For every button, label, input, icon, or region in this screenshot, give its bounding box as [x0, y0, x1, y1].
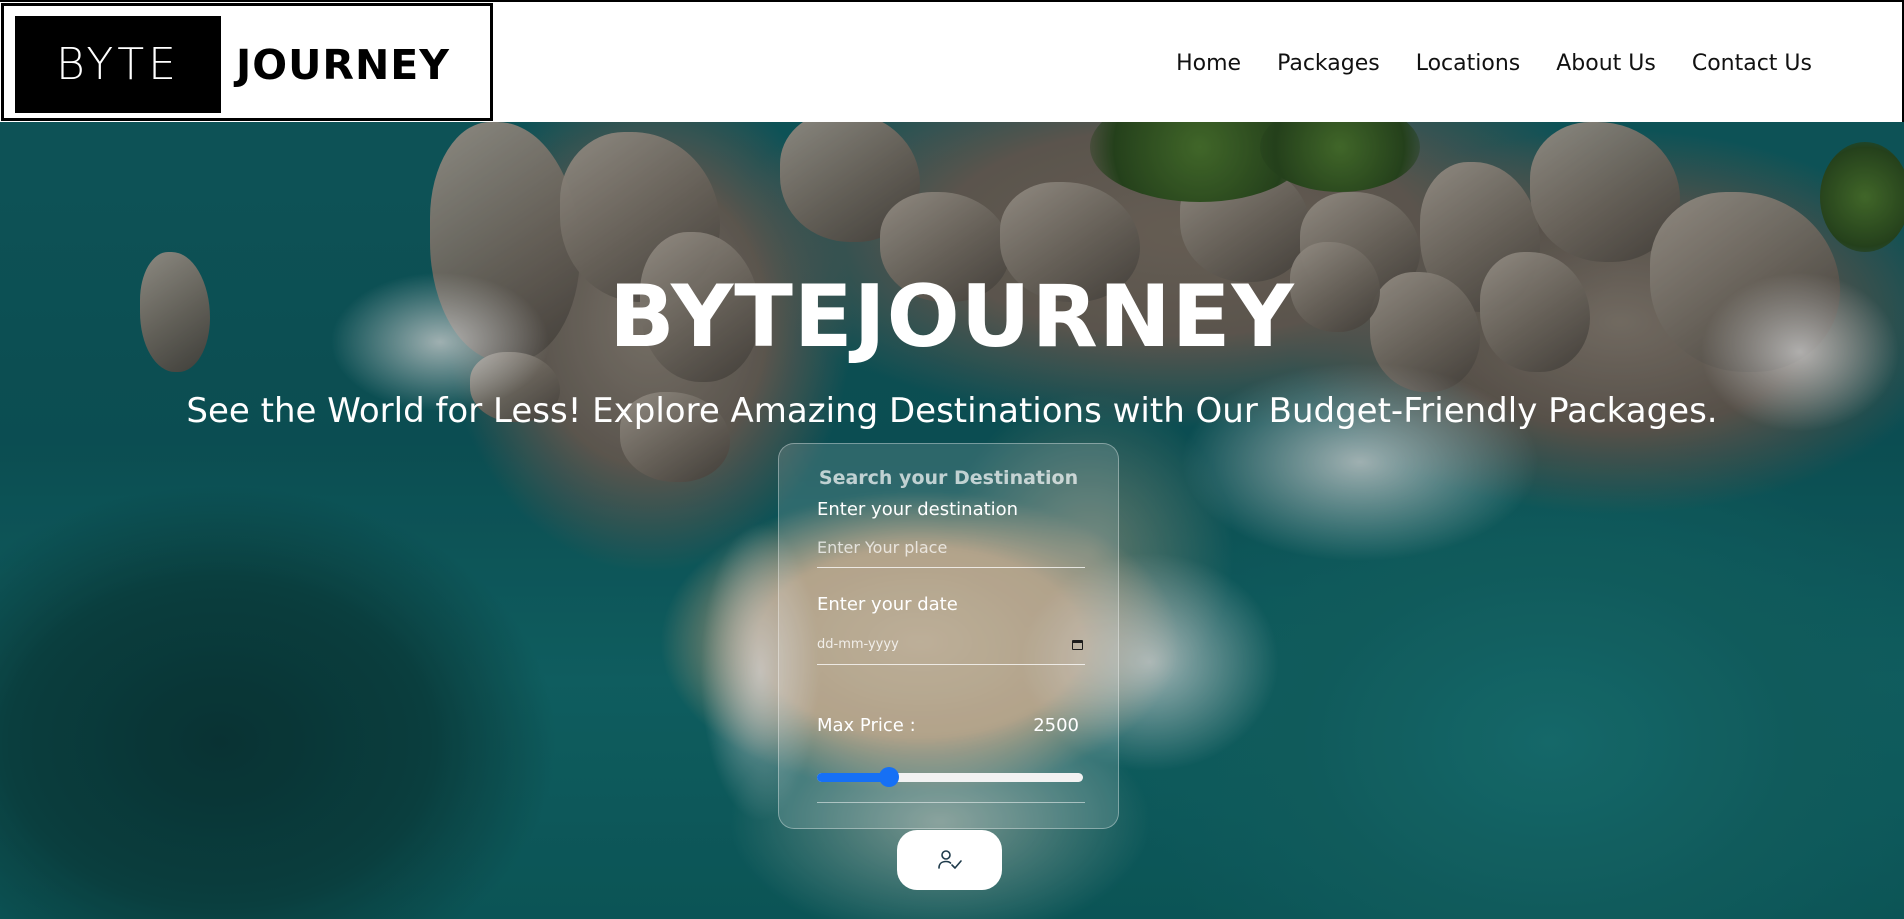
nav-link-home[interactable]: Home	[1176, 51, 1241, 76]
hero-content: BYTEJOURNEY See the World for Less! Expl…	[0, 122, 1904, 919]
date-placeholder: dd-mm-yyyy	[817, 637, 899, 652]
hero-subtitle: See the World for Less! Explore Amazing …	[186, 391, 1718, 431]
max-price-value: 2500	[1033, 715, 1079, 736]
nav-item-about-us: About Us	[1556, 51, 1656, 76]
nav-item-contact-us: Contact Us	[1692, 51, 1812, 76]
user-check-icon	[937, 850, 962, 869]
nav-link-packages[interactable]: Packages	[1277, 51, 1380, 76]
nav-link-locations[interactable]: Locations	[1416, 51, 1521, 76]
page: BYTE JOURNEY Home Packages Locations Abo…	[0, 0, 1904, 919]
max-price-label: Max Price :	[817, 715, 916, 736]
nav-item-home: Home	[1176, 51, 1241, 76]
brand-logo[interactable]: BYTE JOURNEY	[1, 3, 493, 121]
date-input[interactable]: dd-mm-yyyy	[817, 625, 1085, 665]
destination-label: Enter your destination	[817, 499, 1019, 520]
logo-byte-text: BYTE	[15, 16, 221, 113]
max-price-row: Max Price : 2500	[817, 715, 1085, 736]
nav-link-about-us[interactable]: About Us	[1556, 51, 1656, 76]
nav-item-packages: Packages	[1277, 51, 1380, 76]
nav-item-locations: Locations	[1416, 51, 1521, 76]
nav-link-contact-us[interactable]: Contact Us	[1692, 51, 1812, 76]
hero-section: BYTEJOURNEY See the World for Less! Expl…	[0, 122, 1904, 919]
submit-search-button[interactable]	[897, 830, 1002, 890]
destination-input[interactable]	[817, 528, 1085, 568]
destination-search-form: Search your Destination Enter your desti…	[778, 443, 1119, 829]
form-divider	[817, 802, 1085, 803]
calendar-icon[interactable]	[1072, 639, 1083, 650]
hero-title: BYTEJOURNEY	[609, 267, 1295, 367]
logo-journey-text: JOURNEY	[236, 40, 450, 89]
date-label: Enter your date	[817, 594, 958, 615]
site-header: BYTE JOURNEY Home Packages Locations Abo…	[0, 0, 1904, 122]
search-form-heading: Search your Destination	[818, 467, 1079, 489]
max-price-slider[interactable]	[817, 767, 1083, 787]
slider-thumb[interactable]	[878, 767, 899, 787]
main-nav: Home Packages Locations About Us Contact…	[1176, 2, 1812, 124]
